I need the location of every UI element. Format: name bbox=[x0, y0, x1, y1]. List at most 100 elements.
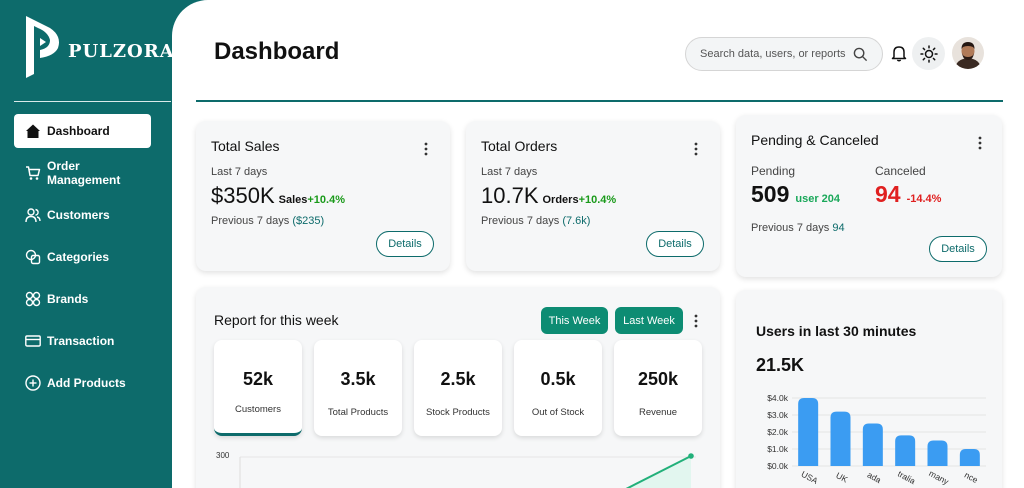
card-title: Pending & Canceled bbox=[751, 132, 879, 148]
main-panel: Dashboard Total Sales Last 7 days $350K … bbox=[172, 0, 1024, 488]
last-week-button[interactable]: Last Week bbox=[615, 307, 683, 334]
card-icon bbox=[25, 335, 41, 347]
chart-x-tick-label: nce bbox=[963, 470, 980, 485]
avatar-image bbox=[952, 37, 984, 69]
sidebar-item-label: Categories bbox=[47, 250, 110, 264]
stat-label: Revenue bbox=[638, 407, 678, 418]
pending-label: Pending bbox=[751, 164, 796, 178]
brand-logo[interactable]: PULZORA bbox=[24, 16, 175, 80]
this-week-button[interactable]: This Week bbox=[541, 307, 608, 334]
stat-customers[interactable]: 52k Customers bbox=[214, 340, 302, 436]
report-title: Report for this week bbox=[214, 312, 339, 328]
chart-x-tick-label: ada bbox=[866, 470, 883, 486]
previous-label: Previous 7 days bbox=[211, 215, 290, 227]
card-title: Total Orders bbox=[481, 138, 558, 154]
sidebar-nav: Dashboard Order Management Customers Cat… bbox=[14, 114, 151, 408]
chart-x-tick-label: UK bbox=[834, 470, 849, 485]
search-input[interactable] bbox=[700, 48, 850, 60]
details-button[interactable]: Details bbox=[646, 231, 704, 257]
sidebar-item-label: Transaction bbox=[47, 334, 115, 348]
stat-value: 52k bbox=[242, 369, 274, 389]
canceled-value: 94 bbox=[875, 181, 901, 207]
more-options-icon[interactable] bbox=[424, 142, 428, 156]
chart-x-tick-label: USA bbox=[800, 469, 820, 486]
sidebar-item-brands[interactable]: Brands bbox=[14, 282, 151, 316]
users-card-value: 21.5K bbox=[756, 355, 805, 375]
sidebar-item-label: Brands bbox=[47, 292, 89, 306]
stat-revenue[interactable]: 250k Revenue bbox=[614, 340, 702, 436]
chart-bar[interactable] bbox=[862, 423, 883, 467]
stat-label: Stock Products bbox=[426, 407, 490, 418]
users-card: Users in last 30 minutes 21.5K $4.0k $3.0… bbox=[736, 290, 1002, 488]
previous-value: 94 bbox=[832, 222, 845, 234]
page-title: Dashboard bbox=[214, 38, 340, 65]
sidebar-item-dashboard[interactable]: Dashboard bbox=[14, 114, 151, 148]
sidebar-item-order-management[interactable]: Order Management bbox=[14, 156, 151, 190]
stat-total-products[interactable]: 3.5k Total Products bbox=[314, 340, 402, 436]
theme-toggle-button[interactable] bbox=[912, 37, 945, 70]
previous-label: Previous 7 days bbox=[751, 222, 830, 234]
card-period: Last 7 days bbox=[481, 166, 538, 178]
previous-value: ($235) bbox=[292, 215, 325, 227]
plus-circle-icon bbox=[25, 375, 41, 391]
stat-value: 250k bbox=[637, 369, 679, 389]
brands-icon bbox=[25, 291, 41, 307]
card-change: +10.4% bbox=[578, 194, 617, 206]
chart-bar[interactable] bbox=[830, 411, 851, 466]
sidebar-divider bbox=[14, 101, 171, 102]
chart-y-tick-label: $1.0k bbox=[767, 444, 789, 454]
card-change: +10.4% bbox=[307, 194, 345, 206]
canceled-change: -14.4% bbox=[906, 193, 942, 205]
pending-canceled-card: Pending & Canceled Pending 509 user 204 … bbox=[736, 115, 1002, 277]
stat-value: 2.5k bbox=[440, 369, 476, 389]
sidebar-item-add-products[interactable]: Add Products bbox=[14, 366, 151, 400]
sidebar-item-customers[interactable]: Customers bbox=[14, 198, 151, 232]
chart-bar[interactable] bbox=[927, 440, 948, 467]
sidebar-item-label: Order Management bbox=[47, 159, 121, 187]
users-bar-chart: $4.0k $3.0k $2.0k $1.0k $0.0k USA UK ada tralia m… bbox=[767, 393, 986, 487]
more-options-icon[interactable] bbox=[694, 142, 698, 156]
stat-label: Total Products bbox=[327, 407, 389, 418]
card-value-row: $350K Sales +10.4% bbox=[211, 183, 345, 209]
total-orders-card: Total Orders Last 7 days 10.7K Orders +1… bbox=[466, 121, 720, 271]
pending-value-row: 509 user 204 bbox=[751, 181, 840, 208]
chart-y-tick-label: $2.0k bbox=[767, 427, 789, 437]
details-button[interactable]: Details bbox=[376, 231, 434, 257]
stat-value: 3.5k bbox=[340, 369, 376, 389]
card-value-row: 10.7K Orders +10.4% bbox=[481, 183, 616, 209]
more-options-icon[interactable] bbox=[978, 136, 982, 150]
chart-x-tick-label: tralia bbox=[896, 469, 917, 487]
card-value: 10.7K bbox=[481, 183, 539, 208]
sidebar: PULZORA Dashboard Order Management Custo… bbox=[0, 0, 180, 488]
card-previous: Previous 7 days ($235) bbox=[211, 215, 324, 227]
categories-icon bbox=[25, 249, 41, 265]
canceled-value-row: 94 -14.4% bbox=[875, 181, 941, 208]
user-avatar[interactable] bbox=[952, 37, 984, 69]
total-sales-card: Total Sales Last 7 days $350K Sales +10.… bbox=[196, 121, 450, 271]
chart-x-tick-label: many bbox=[927, 468, 951, 487]
details-button[interactable]: Details bbox=[929, 236, 987, 262]
chart-bar[interactable] bbox=[959, 449, 980, 466]
stat-label: Out of Stock bbox=[531, 407, 585, 418]
search-icon[interactable] bbox=[853, 47, 868, 62]
sidebar-item-categories[interactable]: Categories bbox=[14, 240, 151, 274]
chart-bar[interactable] bbox=[798, 398, 819, 466]
sidebar-item-transaction[interactable]: Transaction bbox=[14, 324, 151, 358]
stat-out-of-stock[interactable]: 0.5k Out of Stock bbox=[514, 340, 602, 436]
sidebar-item-label: Dashboard bbox=[47, 124, 110, 138]
card-title: Total Sales bbox=[211, 138, 280, 154]
bell-icon[interactable] bbox=[890, 44, 908, 62]
chart-bar[interactable] bbox=[895, 435, 916, 466]
card-value-label: Orders bbox=[542, 194, 579, 206]
chart-y-tick-label: $0.0k bbox=[767, 461, 789, 471]
canceled-label: Canceled bbox=[875, 164, 926, 178]
stat-stock-products[interactable]: 2.5k Stock Products bbox=[414, 340, 502, 436]
logo-mark-icon bbox=[26, 16, 59, 78]
chart-y-tick-label: $3.0k bbox=[767, 410, 789, 420]
users-card-title: Users in last 30 minutes bbox=[756, 323, 917, 339]
previous-value: (7.6k) bbox=[562, 215, 591, 227]
more-options-icon[interactable] bbox=[694, 314, 698, 328]
home-icon bbox=[26, 124, 40, 138]
search-box[interactable] bbox=[685, 37, 883, 71]
brand-name: PULZORA bbox=[68, 40, 175, 62]
